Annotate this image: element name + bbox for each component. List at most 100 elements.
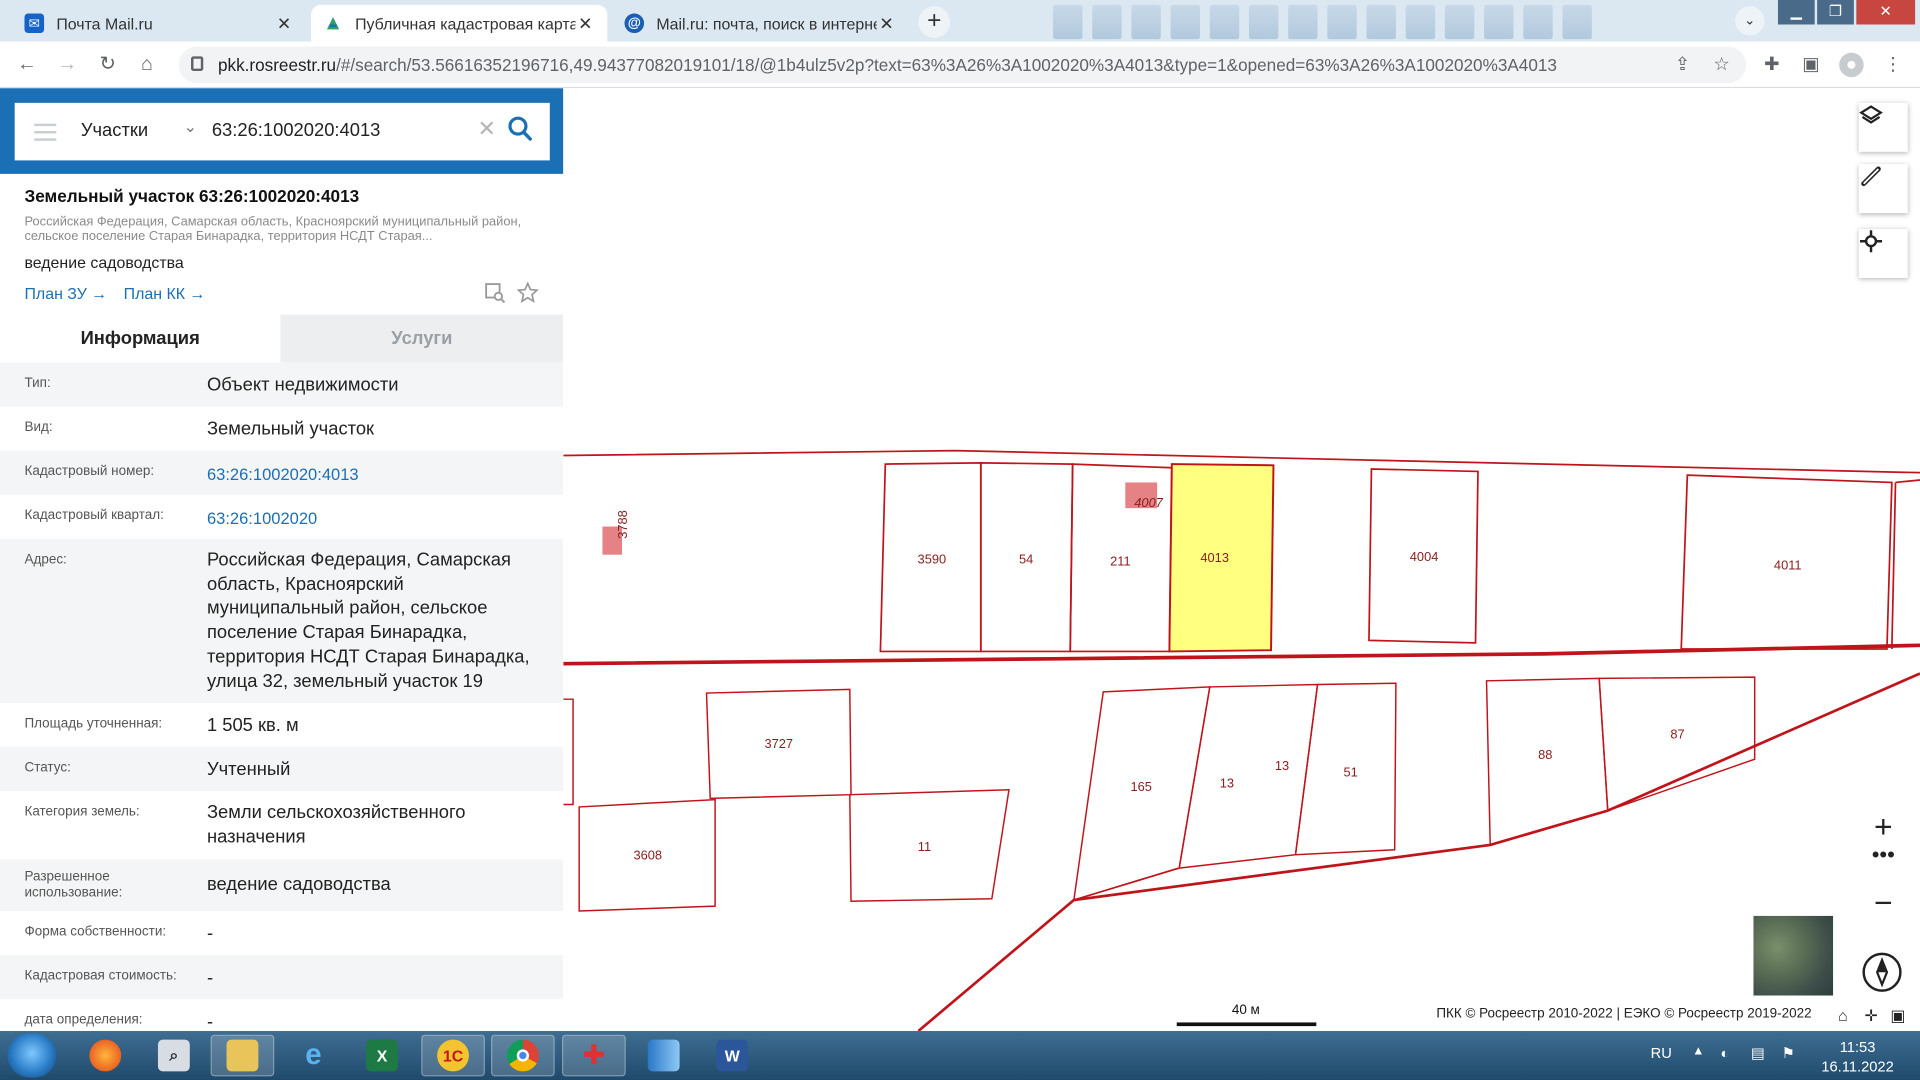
start-button[interactable] (7, 1033, 57, 1078)
info-row: Вид: Земельный участок (0, 407, 563, 451)
minimize-button[interactable]: ▁ (1777, 0, 1815, 25)
zoom-levels-icon[interactable]: ••• (1859, 842, 1908, 868)
address-bar[interactable]: pkk.rosreestr.ru/#/search/53.56616352196… (178, 46, 1747, 84)
ie-app[interactable]: e (282, 1035, 346, 1077)
layers-button[interactable] (1858, 102, 1908, 152)
info-value: Земельный участок (206, 418, 375, 440)
info-row: Кадастровая стоимость: - (0, 955, 564, 1000)
mail-envelope-icon: ✉ (24, 13, 45, 34)
side-panel-icon[interactable]: ▣ (1799, 53, 1823, 77)
bookmark-star-icon[interactable]: ☆ (1709, 53, 1733, 77)
home-icon[interactable]: ⌂ (1831, 1004, 1855, 1028)
info-row: Кадастровый номер: 63:26:1002020:4013 (0, 450, 564, 495)
info-table: Тип: Объект недвижимости Вид: Земельный … (0, 362, 564, 1032)
object-address-summary: Российская Федерация, Самарская область,… (24, 214, 522, 244)
tab-mailru[interactable]: @ Mail.ru: почта, поиск в интернете ✕ (612, 5, 908, 42)
url-text: pkk.rosreestr.ru/#/search/53.56616352196… (217, 55, 1557, 75)
info-label: дата определения: (24, 1012, 143, 1028)
basemap-switcher-thumbnail[interactable] (1753, 915, 1834, 996)
ruler-button[interactable] (1858, 164, 1908, 214)
zoom-in-button[interactable]: + (1859, 808, 1908, 846)
panel-tabs: Информация Услуги (0, 314, 564, 363)
cadastral-number-link[interactable]: 63:26:1002020:4013 (207, 463, 538, 487)
tray-app-icon[interactable]: ◐ (1720, 1044, 1729, 1061)
cadastral-map[interactable]: 3788 3590 54 211 4007 4013 4004 4011 372… (563, 88, 1920, 1032)
browser-toolbar: ← → ↻ ⌂ pkk.rosreestr.ru/#/search/53.566… (0, 41, 1920, 89)
info-row: Статус: Учтенный (0, 746, 564, 792)
zoom-to-object-icon[interactable] (484, 282, 506, 304)
map-copyright: ПКК © Росреестр 2010-2022 | ЕЭКО © Росре… (1436, 1006, 1812, 1022)
search-app[interactable]: ⌕ (142, 1035, 206, 1077)
tab-mail[interactable]: ✉ Почта Mail.ru ✕ (12, 5, 306, 42)
info-value: - (206, 1011, 214, 1032)
plan-zu-link[interactable]: План ЗУ → (24, 284, 107, 302)
info-value: Земли сельскохозяйственного назначения (206, 802, 466, 847)
search-icon[interactable] (507, 115, 534, 144)
selected-parcel-4013 (1168, 463, 1275, 653)
close-window-button[interactable]: ✕ (1856, 0, 1916, 25)
menu-hamburger-icon[interactable] (34, 123, 57, 141)
search-input[interactable]: 63:26:1002020:4013 (212, 120, 381, 141)
tab-information[interactable]: Информация (0, 314, 281, 363)
tab-services[interactable]: Услуги (280, 314, 564, 363)
chevron-down-icon[interactable]: ⌄ (184, 118, 197, 138)
info-label: Кадастровый номер: (24, 464, 155, 479)
scale-label: 40 м (1231, 1002, 1260, 1018)
zoom-out-button[interactable]: − (1859, 884, 1908, 922)
tray-expand-icon[interactable]: ▲ (1692, 1044, 1704, 1057)
compass-icon[interactable] (1862, 952, 1902, 992)
language-indicator[interactable]: RU (1651, 1044, 1672, 1061)
crosshair-small-icon[interactable]: ✛ (1859, 1004, 1883, 1028)
chrome-app[interactable] (491, 1034, 555, 1077)
share-icon[interactable]: ⇪ (1670, 53, 1694, 77)
info-value: Объект недвижимости (206, 374, 399, 396)
blue-box-icon (647, 1039, 680, 1072)
info-row: Площадь уточненная: 1 505 кв. м (0, 703, 563, 747)
internet-explorer-icon: e (305, 1038, 322, 1072)
layer-select[interactable]: Участки (81, 120, 148, 141)
info-label: Категория земель: (24, 804, 140, 820)
word-app[interactable]: W (700, 1035, 764, 1077)
word-icon: W (716, 1039, 749, 1072)
folder-icon (226, 1039, 259, 1072)
1c-app[interactable]: 1С (421, 1034, 485, 1077)
info-label: Тип: (24, 375, 51, 391)
extensions-puzzle-icon[interactable]: ✚ (1760, 53, 1784, 77)
info-label: Разрешенное использование: (24, 869, 123, 900)
profile-avatar-icon[interactable]: ● (1839, 52, 1864, 78)
parcel-boundaries (563, 449, 1920, 1032)
layers-icon (1859, 105, 1883, 124)
close-tab-icon[interactable]: ✕ (274, 13, 294, 34)
search-bar: Участки ⌄ 63:26:1002020:4013 ✕ ‹ (0, 88, 564, 174)
fullscreen-icon[interactable]: ▣ (1886, 1004, 1910, 1028)
clear-icon[interactable]: ✕ (478, 116, 496, 142)
zoom-controls: + ••• − (1858, 805, 1908, 929)
firefox-app[interactable] (73, 1035, 137, 1077)
new-tab-button[interactable]: + (918, 6, 951, 38)
clock[interactable]: 11:53 16.11.2022 (1817, 1037, 1898, 1076)
tab-cadastral-map[interactable]: Публичная кадастровая карта ✕ (311, 4, 608, 42)
forward-arrow-icon[interactable]: → (54, 51, 81, 78)
favorite-star-icon[interactable] (516, 281, 539, 304)
browser-menu-icon[interactable]: ⋮ (1881, 53, 1905, 77)
back-arrow-icon[interactable]: ← (13, 51, 40, 78)
home-icon[interactable]: ⌂ (133, 51, 160, 78)
info-label: Кадастровая стоимость: (24, 968, 177, 984)
plan-kk-link[interactable]: План КК → (124, 284, 206, 302)
blue-app[interactable] (632, 1035, 696, 1077)
excel-app[interactable]: X (350, 1035, 414, 1077)
locate-button[interactable] (1858, 228, 1908, 278)
network-icon[interactable]: ▤ (1751, 1044, 1765, 1061)
explorer-app[interactable] (210, 1034, 275, 1077)
flag-icon[interactable]: ⚑ (1782, 1044, 1795, 1061)
info-label: Адрес: (24, 552, 67, 567)
close-tab-icon[interactable]: ✕ (576, 13, 596, 34)
cadastral-quarter-link[interactable]: 63:26:1002020 (207, 507, 538, 531)
close-tab-icon[interactable]: ✕ (877, 13, 897, 34)
reload-icon[interactable]: ↻ (94, 51, 121, 78)
maximize-button[interactable]: ❐ (1817, 0, 1854, 25)
info-row: Разрешенное использование: ведение садов… (0, 859, 564, 912)
compass-app[interactable]: ✚ (562, 1034, 626, 1077)
tab-search-chevron-icon[interactable]: ⌄ (1735, 6, 1765, 36)
clock-time: 11:53 (1839, 1038, 1876, 1056)
